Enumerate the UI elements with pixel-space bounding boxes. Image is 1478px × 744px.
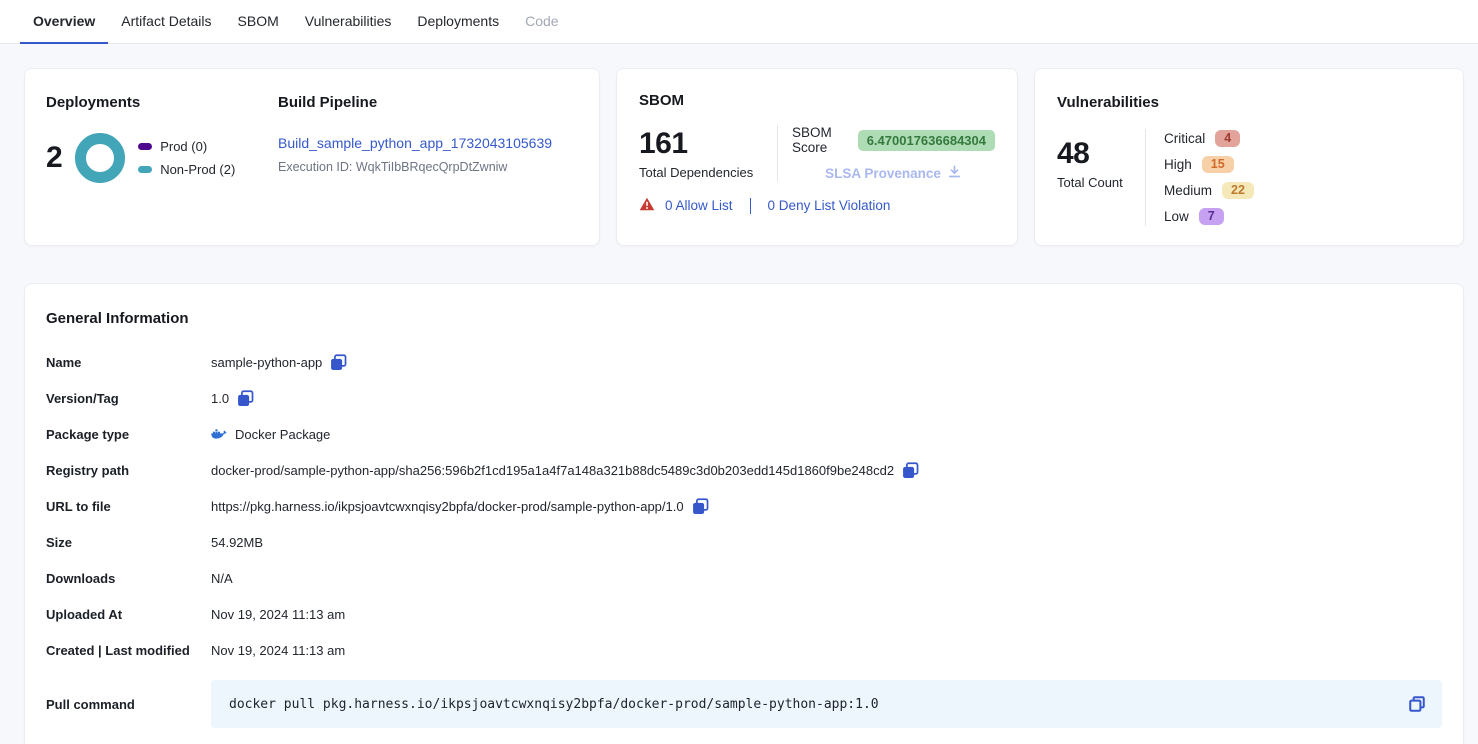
severity-list: Critical 4 High 15 Medium 22 Low 7	[1146, 129, 1254, 226]
sbom-card: SBOM 161 Total Dependencies SBOM Score 6…	[616, 68, 1018, 246]
size-label: Size	[46, 524, 211, 560]
severity-pill-high: 15	[1202, 156, 1234, 173]
copy-url-button[interactable]	[692, 498, 709, 515]
non-prod-label: Non-Prod (2)	[160, 162, 235, 177]
slsa-provenance-label: SLSA Provenance	[825, 166, 941, 181]
registry-path-label: Registry path	[46, 452, 211, 488]
pull-command-box: docker pull pkg.harness.io/ikpsjoavtcwxn…	[211, 680, 1442, 728]
created-modified-value: Nov 19, 2024 11:13 am	[211, 632, 1442, 668]
pull-command-label: Pull command	[46, 697, 211, 712]
package-type-value: Docker Package	[235, 427, 330, 442]
slsa-provenance-download[interactable]: SLSA Provenance	[825, 164, 962, 182]
downloads-value: N/A	[211, 560, 1442, 596]
deployments-card: Deployments 2 Prod (0) Non-Prod (2) Buil…	[24, 68, 600, 246]
url-to-file-label: URL to file	[46, 488, 211, 524]
severity-label-critical: Critical	[1164, 131, 1205, 146]
tab-bar: Overview Artifact Details SBOM Vulnerabi…	[0, 0, 1478, 44]
tab-overview[interactable]: Overview	[20, 0, 108, 44]
pipeline-link[interactable]: Build_sample_python_app_1732043105639	[278, 135, 552, 151]
url-to-file-value: https://pkg.harness.io/ikpsjoavtcwxnqisy…	[211, 499, 684, 514]
prod-label: Prod (0)	[160, 139, 207, 154]
copy-registry-path-button[interactable]	[902, 462, 919, 479]
prod-swatch	[138, 143, 152, 150]
deployments-legend: Prod (0) Non-Prod (2)	[138, 139, 235, 177]
deployments-donut-chart	[75, 133, 125, 183]
severity-row-high: High 15	[1164, 155, 1254, 174]
vulnerabilities-card: Vulnerabilities 48 Total Count Critical …	[1034, 68, 1464, 246]
copy-name-button[interactable]	[330, 354, 347, 371]
tab-artifact-details[interactable]: Artifact Details	[108, 0, 224, 44]
package-type-label: Package type	[46, 416, 211, 452]
general-information-title: General Information	[46, 310, 1442, 327]
build-pipeline-title: Build Pipeline	[278, 94, 578, 111]
registry-path-value-row: docker-prod/sample-python-app/sha256:596…	[211, 452, 1442, 488]
downloads-label: Downloads	[46, 560, 211, 596]
non-prod-swatch	[138, 166, 152, 173]
deny-list-link[interactable]: 0 Deny List Violation	[768, 198, 891, 213]
sbom-score-label: SBOM Score	[792, 125, 849, 155]
general-information-grid: Name sample-python-app Version/Tag 1.0 P…	[46, 344, 1442, 668]
copy-version-button[interactable]	[237, 390, 254, 407]
name-value: sample-python-app	[211, 355, 322, 370]
general-information-card: General Information Name sample-python-a…	[24, 283, 1464, 744]
url-to-file-value-row: https://pkg.harness.io/ikpsjoavtcwxnqisy…	[211, 488, 1442, 524]
size-value: 54.92MB	[211, 524, 1442, 560]
copy-pull-command-button[interactable]	[1408, 695, 1426, 718]
name-label: Name	[46, 344, 211, 380]
severity-pill-medium: 22	[1222, 182, 1254, 199]
sbom-total-dependencies: 161	[639, 127, 777, 161]
vulnerabilities-total-label: Total Count	[1057, 175, 1145, 190]
sbom-score-badge: 6.470017636684304	[858, 130, 995, 151]
package-type-value-row: Docker Package	[211, 416, 1442, 452]
severity-label-low: Low	[1164, 209, 1189, 224]
tab-deployments[interactable]: Deployments	[404, 0, 512, 44]
links-divider	[750, 198, 751, 214]
legend-item-prod: Prod (0)	[138, 139, 235, 154]
docker-icon	[211, 427, 229, 441]
severity-label-medium: Medium	[1164, 183, 1212, 198]
registry-path-value: docker-prod/sample-python-app/sha256:596…	[211, 463, 894, 478]
deployments-total-count: 2	[46, 141, 62, 175]
created-modified-label: Created | Last modified	[46, 632, 211, 668]
vulnerabilities-title: Vulnerabilities	[1057, 94, 1441, 111]
vulnerabilities-total-count: 48	[1057, 137, 1145, 171]
tab-sbom[interactable]: SBOM	[225, 0, 292, 44]
severity-row-critical: Critical 4	[1164, 129, 1254, 148]
uploaded-at-label: Uploaded At	[46, 596, 211, 632]
uploaded-at-value: Nov 19, 2024 11:13 am	[211, 596, 1442, 632]
tab-vulnerabilities[interactable]: Vulnerabilities	[292, 0, 405, 44]
pull-command-row: Pull command docker pull pkg.harness.io/…	[46, 680, 1442, 728]
severity-pill-low: 7	[1199, 208, 1224, 225]
legend-item-non-prod: Non-Prod (2)	[138, 162, 235, 177]
pull-command-value: docker pull pkg.harness.io/ikpsjoavtcwxn…	[229, 697, 879, 712]
execution-id: Execution ID: WqkTiIbBRqecQrpDtZwniw	[278, 160, 578, 174]
warning-triangle-icon	[639, 197, 655, 214]
severity-label-high: High	[1164, 157, 1192, 172]
deployments-title: Deployments	[46, 94, 278, 111]
severity-row-low: Low 7	[1164, 207, 1254, 226]
summary-cards-row: Deployments 2 Prod (0) Non-Prod (2) Buil…	[24, 68, 1464, 246]
severity-row-medium: Medium 22	[1164, 181, 1254, 200]
severity-pill-critical: 4	[1215, 130, 1240, 147]
allow-list-link[interactable]: 0 Allow List	[665, 198, 733, 213]
sbom-title: SBOM	[639, 92, 995, 109]
version-tag-value: 1.0	[211, 391, 229, 406]
sbom-total-label: Total Dependencies	[639, 165, 777, 180]
download-icon	[947, 164, 962, 182]
tab-code: Code	[512, 0, 571, 44]
version-tag-label: Version/Tag	[46, 380, 211, 416]
name-value-row: sample-python-app	[211, 344, 1442, 380]
version-tag-value-row: 1.0	[211, 380, 1442, 416]
